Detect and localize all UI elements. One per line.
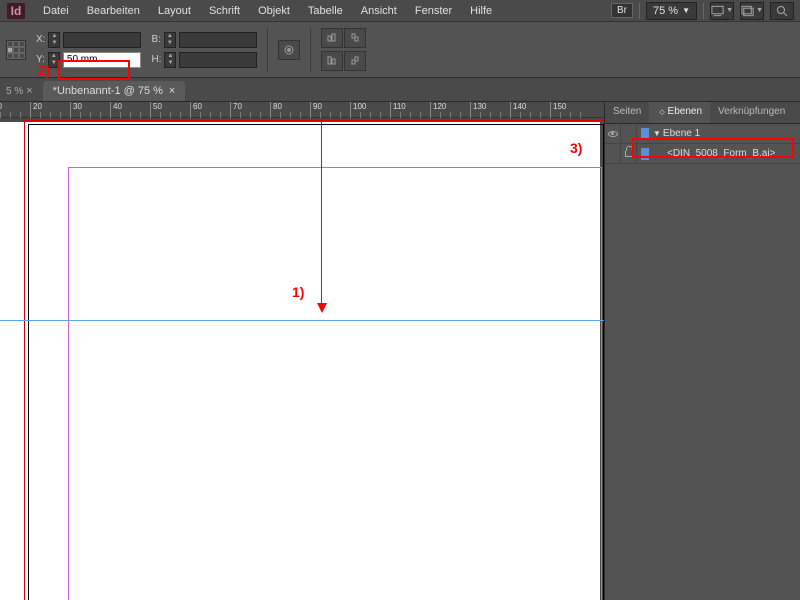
x-label: X: xyxy=(36,34,45,45)
divider xyxy=(703,3,704,19)
align-button-4[interactable] xyxy=(344,51,366,71)
reference-point-selector[interactable] xyxy=(6,40,26,60)
height-field[interactable] xyxy=(179,52,257,68)
width-field[interactable] xyxy=(179,32,257,48)
panel-tab-ebenen[interactable]: ◇ Ebenen xyxy=(649,102,710,123)
x-field[interactable] xyxy=(63,32,141,48)
align-button-3[interactable] xyxy=(321,51,343,71)
arrange-button[interactable]: ▼ xyxy=(740,2,764,20)
align-button-1[interactable] xyxy=(321,28,343,48)
divider xyxy=(639,3,640,19)
control-bar: X: ▲▼ Y: ▲▼ B: ▲▼ H: ▲▼ xyxy=(0,22,800,78)
eye-icon xyxy=(608,131,618,137)
zoom-left-display[interactable]: 5 % × xyxy=(0,81,39,101)
annotation-arrow-head-icon xyxy=(317,303,327,313)
dropdown-arrow-icon: ▼ xyxy=(726,7,733,14)
panel-tab-verknuepfungen[interactable]: Verknüpfungen xyxy=(710,102,793,123)
constrain-proportions-button[interactable] xyxy=(278,40,300,60)
document-tab-label: *Unbenannt-1 @ 75 % xyxy=(53,85,163,97)
horizontal-ruler[interactable]: 102030405060708090100110120130140150 xyxy=(0,102,604,118)
layer-lock-toggle[interactable] xyxy=(621,124,637,144)
y-stepper[interactable]: ▲▼ xyxy=(48,52,60,68)
menu-bearbeiten[interactable]: Bearbeiten xyxy=(78,2,149,20)
menu-ansicht[interactable]: Ansicht xyxy=(352,2,406,20)
divider xyxy=(267,28,268,72)
layer-lock-toggle[interactable] xyxy=(621,144,637,164)
divider xyxy=(310,28,311,72)
panel-tab-seiten[interactable]: Seiten xyxy=(605,102,649,123)
search-button[interactable] xyxy=(770,2,794,20)
width-stepper[interactable]: ▲▼ xyxy=(164,32,176,48)
layer-item-name: <DIN_5008_Form_B.ai> xyxy=(653,148,800,159)
panel-tab-bar: Seiten ◇ Ebenen Verknüpfungen xyxy=(605,102,800,124)
bridge-badge[interactable]: Br xyxy=(611,3,633,18)
menu-objekt[interactable]: Objekt xyxy=(249,2,299,20)
zoom-dropdown[interactable]: 75 % ▼ xyxy=(646,2,697,20)
height-label: H: xyxy=(151,54,161,65)
width-label: B: xyxy=(151,34,160,45)
y-field[interactable] xyxy=(63,52,141,68)
menu-bar: Id Datei Bearbeiten Layout Schrift Objek… xyxy=(0,0,800,22)
app-logo: Id xyxy=(6,2,26,20)
document-tab-bar: 5 % × *Unbenannt-1 @ 75 % × xyxy=(0,78,800,102)
zoom-value: 75 % xyxy=(653,5,678,17)
lock-icon xyxy=(625,151,633,157)
disclosure-triangle-icon[interactable]: ▼ xyxy=(653,129,661,138)
align-button-2[interactable] xyxy=(344,28,366,48)
layer-color-swatch xyxy=(641,148,649,160)
screen-mode-button[interactable]: ▼ xyxy=(710,2,734,20)
x-stepper[interactable]: ▲▼ xyxy=(48,32,60,48)
document-tab[interactable]: *Unbenannt-1 @ 75 % × xyxy=(43,81,186,101)
close-tab-icon[interactable]: × xyxy=(169,85,175,97)
panel-disclose-icon: ◇ xyxy=(659,109,664,116)
height-stepper[interactable]: ▲▼ xyxy=(164,52,176,68)
annotation-arrow-line xyxy=(321,120,322,305)
menu-fenster[interactable]: Fenster xyxy=(406,2,461,20)
close-icon[interactable]: × xyxy=(26,85,32,97)
document-area[interactable]: 102030405060708090100110120130140150 xyxy=(0,102,604,600)
y-label: Y: xyxy=(36,54,45,65)
layer-color-swatch xyxy=(641,128,649,140)
menu-schrift[interactable]: Schrift xyxy=(200,2,249,20)
layer-row-sub[interactable]: <DIN_5008_Form_B.ai> xyxy=(605,144,800,164)
menu-datei[interactable]: Datei xyxy=(34,2,78,20)
dropdown-arrow-icon: ▼ xyxy=(682,6,690,15)
horizontal-guide[interactable] xyxy=(0,320,604,321)
menu-layout[interactable]: Layout xyxy=(149,2,200,20)
dropdown-arrow-icon: ▼ xyxy=(756,7,763,14)
menu-tabelle[interactable]: Tabelle xyxy=(299,2,352,20)
layer-visibility-toggle[interactable] xyxy=(605,124,621,144)
menu-hilfe[interactable]: Hilfe xyxy=(461,2,501,20)
layer-visibility-toggle[interactable] xyxy=(605,144,621,164)
layer-row-top[interactable]: ▼ Ebene 1 xyxy=(605,124,800,144)
layer-name: Ebene 1 xyxy=(663,128,800,139)
page-canvas[interactable] xyxy=(0,122,600,600)
right-panel: Seiten ◇ Ebenen Verknüpfungen ▼ Ebene 1 … xyxy=(604,102,800,600)
